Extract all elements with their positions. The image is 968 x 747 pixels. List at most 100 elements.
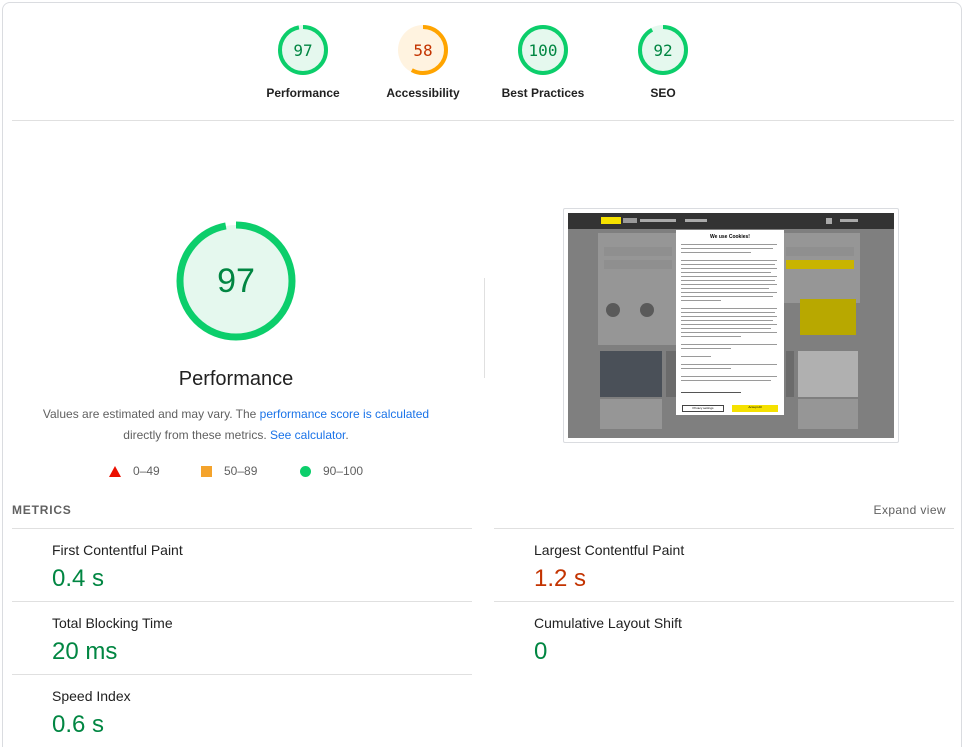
metric-speed-index: Speed Index 0.6 s: [12, 674, 472, 747]
gauge-score: 97: [217, 262, 255, 300]
metric-name: Total Blocking Time: [52, 615, 173, 631]
text-line: [681, 308, 777, 309]
gauge-ring: 97: [278, 25, 328, 75]
triangle-icon: [109, 465, 121, 477]
metric-value: 0.6 s: [52, 711, 105, 738]
text-line: [681, 344, 777, 345]
text-line: [681, 324, 777, 325]
text-line: [681, 272, 771, 273]
text-line: [681, 348, 731, 349]
legend-pass-label: 90–100: [323, 464, 364, 478]
text-line: [681, 336, 741, 337]
make-select: [604, 247, 672, 256]
privacy-links: [681, 392, 741, 393]
metric-name: Speed Index: [52, 688, 131, 704]
price-select: [786, 247, 854, 256]
metric-value: 0: [534, 638, 548, 665]
electric-car-icon: [606, 303, 620, 317]
site-logo-text: [623, 218, 637, 223]
gauge-score: 97: [293, 41, 312, 60]
text-line: [681, 312, 775, 313]
description-text: Values are estimated and may vary. The: [42, 407, 260, 421]
text-line: [681, 288, 769, 289]
circle-icon: [300, 465, 311, 477]
metric-largest-contentful-paint: Largest Contentful Paint 1.2 s: [494, 528, 954, 601]
gauge-ring: 92: [638, 25, 688, 75]
screenshot-image: We use Cookies! Privacy settings Accept …: [568, 213, 894, 438]
text-line: [681, 320, 773, 321]
performance-big-gauge: 97: [176, 221, 296, 341]
results-button: [786, 260, 854, 269]
gauge-seo[interactable]: 92 SEO: [603, 24, 723, 100]
metrics-title: METRICS: [12, 503, 72, 517]
new-car-icon: [640, 303, 654, 317]
text-line: [681, 296, 773, 297]
text-line: [681, 332, 777, 333]
text-line: [681, 376, 777, 377]
accept-all-button: Accept All: [732, 405, 778, 412]
site-logo: [601, 217, 621, 224]
metric-name: First Contentful Paint: [52, 542, 183, 558]
car-card-info: [600, 399, 662, 429]
privacy-settings-button: Privacy settings: [682, 405, 724, 412]
text-line: [681, 316, 777, 317]
divider: [12, 120, 954, 121]
gauge-score: 58: [413, 41, 432, 60]
metric-name: Cumulative Layout Shift: [534, 615, 682, 631]
cookie-modal: We use Cookies! Privacy settings Accept …: [676, 230, 784, 415]
gauge-ring: 58: [398, 25, 448, 75]
expand-view-toggle[interactable]: Expand view: [874, 503, 946, 517]
text-line: [681, 268, 777, 269]
text-line: [681, 380, 771, 381]
gauge-label: Accessibility: [386, 86, 460, 100]
performance-description: Values are estimated and may vary. The p…: [26, 404, 446, 446]
description-text: directly from these metrics.: [123, 428, 270, 442]
text-line: [681, 328, 771, 329]
car-card-image: [798, 351, 858, 397]
gauge-ring: 100: [518, 25, 568, 75]
gauge-score: 100: [529, 41, 558, 60]
vertical-divider: [484, 278, 485, 378]
legend-pass: 90–100: [300, 464, 363, 478]
nav-link: [685, 219, 707, 222]
gauge-label: Performance: [266, 86, 340, 100]
performance-title: Performance: [178, 368, 294, 390]
gauge-accessibility[interactable]: 58 Accessibility: [363, 24, 483, 100]
car-card-image: [666, 351, 676, 397]
demand-panel: [598, 289, 678, 345]
star-icon: [826, 218, 832, 224]
text-line: [681, 300, 721, 301]
text-line: [681, 364, 777, 365]
final-screenshot[interactable]: We use Cookies! Privacy settings Accept …: [563, 208, 899, 443]
metrics-header: METRICS Expand view: [12, 500, 954, 528]
text-line: [681, 292, 777, 293]
language-selector: [840, 219, 858, 222]
promo-illustration: [800, 299, 856, 335]
metric-first-contentful-paint: First Contentful Paint 0.4 s: [12, 528, 472, 601]
car-card-image: [600, 351, 662, 397]
legend-average-label: 50–89: [224, 464, 258, 478]
gauge-label: Best Practices: [501, 86, 585, 100]
nav-link: [640, 219, 676, 222]
text-line: [681, 248, 773, 249]
see-calculator-link[interactable]: See calculator: [270, 428, 345, 442]
cookie-modal-title: We use Cookies!: [710, 234, 750, 240]
performance-score-link[interactable]: performance score is calculated: [260, 407, 429, 421]
score-legend: 0–49 50–89 90–100: [0, 464, 470, 480]
description-text: .: [345, 428, 349, 442]
text-line: [681, 252, 751, 253]
gauge-score: 92: [653, 41, 672, 60]
legend-fail: 0–49: [109, 464, 160, 478]
screenshot-navbar: [568, 213, 894, 229]
text-line: [681, 264, 775, 265]
gauge-performance[interactable]: 97 Performance: [243, 24, 363, 100]
gauge-best-practices[interactable]: 100 Best Practices: [483, 24, 603, 100]
metric-total-blocking-time: Total Blocking Time 20 ms: [12, 601, 472, 674]
text-line: [681, 244, 777, 245]
metric-value: 20 ms: [52, 638, 118, 665]
metric-name: Largest Contentful Paint: [534, 542, 685, 558]
registration-select: [604, 260, 672, 269]
text-line: [681, 368, 731, 369]
text-line: [681, 260, 777, 261]
category-gauges: 97 Performance 58 Accessibility 100 Best…: [0, 24, 968, 104]
